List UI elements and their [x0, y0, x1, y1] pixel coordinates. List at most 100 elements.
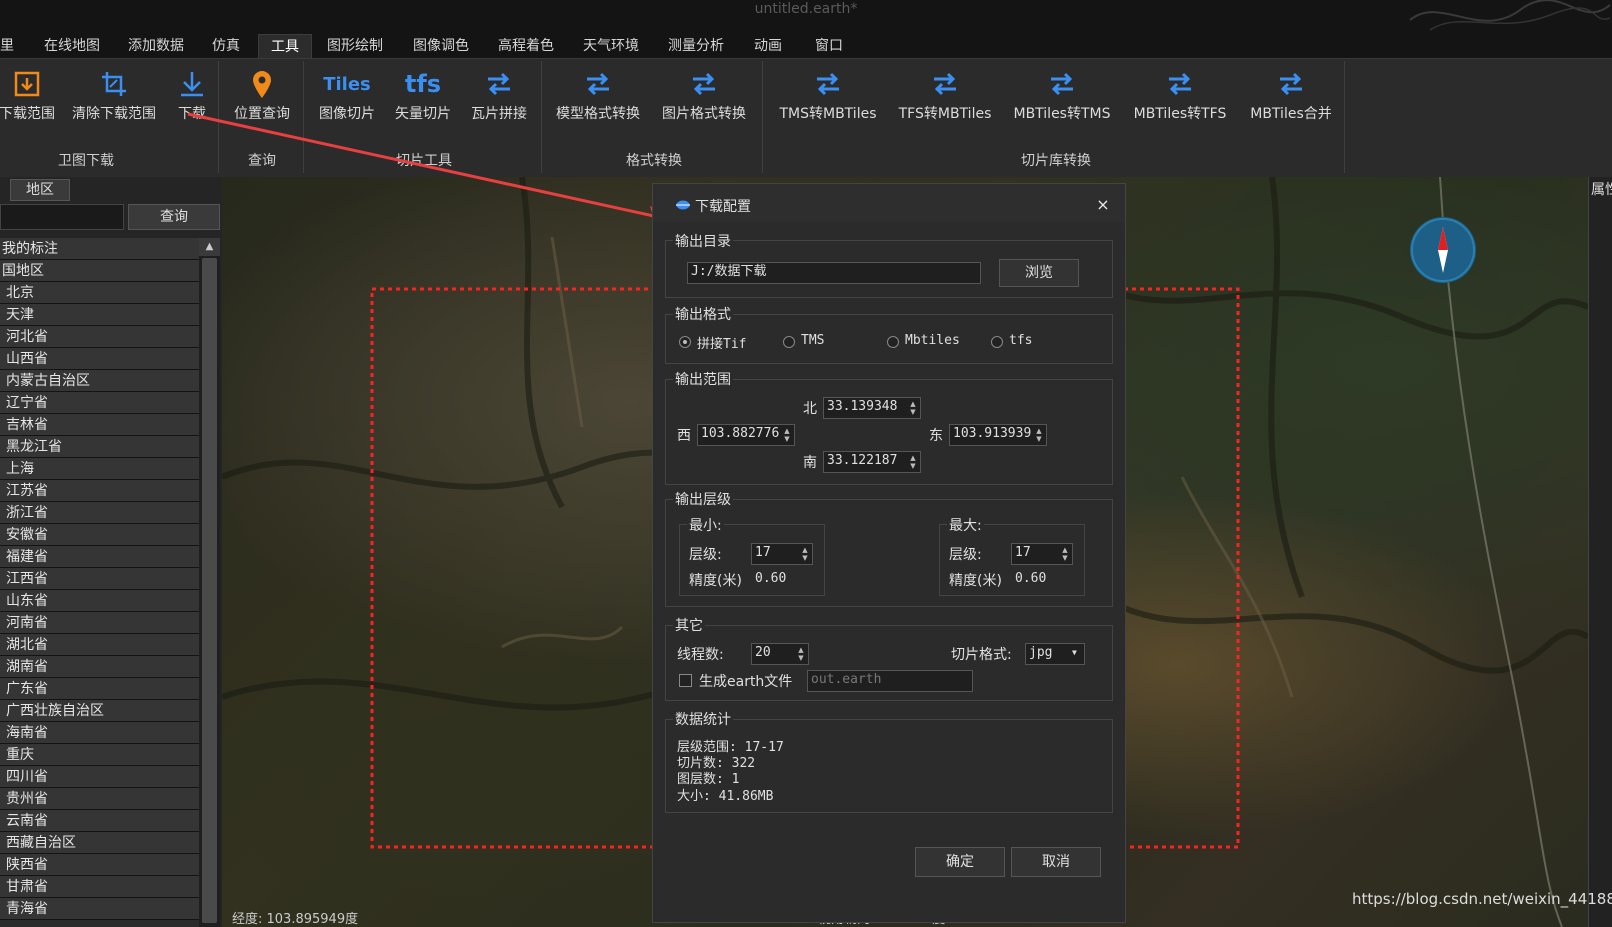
- model-format-convert-button[interactable]: 模型格式转换: [550, 65, 646, 135]
- cancel-button[interactable]: 取消: [1011, 847, 1101, 877]
- list-item-my-markers[interactable]: 我的标注: [0, 238, 199, 260]
- list-item[interactable]: 重庆: [0, 744, 199, 766]
- spinner-icon[interactable]: ▲ ▼: [782, 427, 792, 443]
- scroll-up-arrow-icon[interactable]: ▲: [199, 238, 220, 256]
- north-input[interactable]: 33.139348: [823, 397, 921, 419]
- list-item[interactable]: 黑龙江省: [0, 436, 199, 458]
- location-query-button[interactable]: 位置查询: [226, 65, 298, 135]
- list-item[interactable]: 湖北省: [0, 634, 199, 656]
- list-item[interactable]: 贵州省: [0, 788, 199, 810]
- tab-properties[interactable]: 属性: [1591, 179, 1612, 201]
- menu-animation[interactable]: 动画: [745, 34, 791, 58]
- swap-arrows-icon: [550, 65, 646, 103]
- gen-earth-checkbox[interactable]: [679, 674, 692, 687]
- earth-file-input[interactable]: out.earth: [807, 670, 973, 692]
- tfs-to-mbtiles-button[interactable]: TFS转MBTiles: [890, 65, 1000, 135]
- list-item[interactable]: 上海: [0, 458, 199, 480]
- menu-add-data[interactable]: 添加数据: [118, 34, 194, 58]
- format-radio-tif[interactable]: [679, 336, 691, 348]
- list-item[interactable]: 山西省: [0, 348, 199, 370]
- compass-icon[interactable]: [1410, 217, 1476, 283]
- format-radio-tfs[interactable]: [991, 336, 1003, 348]
- region-list-scrollbar[interactable]: ▲: [199, 238, 220, 927]
- mbtiles-merge-button[interactable]: MBTiles合并: [1240, 65, 1342, 135]
- format-radio-mbtiles[interactable]: [887, 336, 899, 348]
- list-item[interactable]: 青海省: [0, 898, 199, 920]
- list-item[interactable]: 山东省: [0, 590, 199, 612]
- list-item[interactable]: 河南省: [0, 612, 199, 634]
- menu-weather[interactable]: 天气环境: [573, 34, 649, 58]
- list-item[interactable]: 内蒙古自治区: [0, 370, 199, 392]
- list-item[interactable]: 广东省: [0, 678, 199, 700]
- menu-item-partial[interactable]: 里: [0, 34, 14, 58]
- list-item[interactable]: 四川省: [0, 766, 199, 788]
- spinner-icon[interactable]: ▲ ▼: [796, 646, 806, 662]
- spinner-icon[interactable]: ▲ ▼: [1060, 546, 1070, 562]
- list-item[interactable]: 天津: [0, 304, 199, 326]
- list-item[interactable]: 江西省: [0, 568, 199, 590]
- image-format-convert-button[interactable]: 图片格式转换: [656, 65, 752, 135]
- tile-format-select[interactable]: jpg ▼: [1025, 643, 1085, 665]
- list-item[interactable]: 安徽省: [0, 524, 199, 546]
- west-input[interactable]: 103.882776: [697, 424, 795, 446]
- tile-format-label: 切片格式:: [951, 647, 1012, 663]
- tile-merge-button[interactable]: 瓦片拼接: [464, 65, 534, 135]
- download-range-button[interactable]: 下载范围: [0, 65, 58, 135]
- format-radio-tms[interactable]: [783, 336, 795, 348]
- menu-simulation[interactable]: 仿真: [203, 34, 249, 58]
- mbtiles-to-tms-button[interactable]: MBTiles转TMS: [1004, 65, 1120, 135]
- download-button[interactable]: 下载: [172, 65, 212, 135]
- east-label: 东: [929, 428, 943, 444]
- menu-image-color[interactable]: 图像调色: [403, 34, 479, 58]
- list-item[interactable]: 海南省: [0, 722, 199, 744]
- spinner-icon[interactable]: ▲ ▼: [800, 546, 810, 562]
- list-item[interactable]: 云南省: [0, 810, 199, 832]
- menu-measure[interactable]: 测量分析: [658, 34, 734, 58]
- ribbon-separator: [1344, 61, 1345, 173]
- region-search-input[interactable]: [0, 204, 124, 230]
- list-item[interactable]: 西藏自治区: [0, 832, 199, 854]
- max-precision-label: 精度(米): [949, 573, 1002, 589]
- menu-tools[interactable]: 工具: [258, 34, 312, 58]
- output-dir-input[interactable]: J:/数据下载: [687, 262, 981, 284]
- image-tiling-button[interactable]: Tiles 图像切片: [312, 65, 382, 135]
- list-item[interactable]: 江苏省: [0, 480, 199, 502]
- spinner-icon[interactable]: ▲ ▼: [908, 454, 918, 470]
- list-item[interactable]: 国地区: [0, 260, 199, 282]
- format-label-tfs: tfs: [1009, 333, 1033, 348]
- min-level-label: 层级:: [689, 547, 722, 563]
- ok-button[interactable]: 确定: [915, 847, 1005, 877]
- browse-button[interactable]: 浏览: [999, 259, 1079, 287]
- menu-elevation-color[interactable]: 高程着色: [488, 34, 564, 58]
- app-icon: [676, 200, 690, 210]
- tab-region[interactable]: 地区: [10, 179, 70, 201]
- list-item[interactable]: 广西壮族自治区: [0, 700, 199, 722]
- list-item[interactable]: 吉林省: [0, 414, 199, 436]
- list-item[interactable]: 福建省: [0, 546, 199, 568]
- scroll-thumb[interactable]: [202, 258, 217, 923]
- tile-format-value: jpg: [1029, 645, 1053, 660]
- east-input[interactable]: 103.913939: [949, 424, 1047, 446]
- list-item[interactable]: 陕西省: [0, 854, 199, 876]
- close-icon[interactable]: ×: [1093, 195, 1113, 214]
- menu-drawing[interactable]: 图形绘制: [317, 34, 393, 58]
- menu-online-map[interactable]: 在线地图: [34, 34, 110, 58]
- list-item[interactable]: 浙江省: [0, 502, 199, 524]
- format-label-tif: 拼接Tif: [697, 337, 747, 352]
- list-item[interactable]: 甘肃省: [0, 876, 199, 898]
- spinner-icon[interactable]: ▲ ▼: [908, 400, 918, 416]
- clear-download-range-button[interactable]: 清除下载范围: [66, 65, 162, 135]
- query-button[interactable]: 查询: [128, 204, 220, 230]
- list-item[interactable]: 北京: [0, 282, 199, 304]
- vector-tiling-button[interactable]: tfs 矢量切片: [388, 65, 458, 135]
- south-input[interactable]: 33.122187: [823, 451, 921, 473]
- watermark: https://blog.csdn.net/weixin_44188072: [1352, 890, 1612, 908]
- menu-bar: 里 在线地图 添加数据 仿真 工具 图形绘制 图像调色 高程着色 天气环境 测量…: [0, 34, 1612, 58]
- spinner-icon[interactable]: ▲ ▼: [1034, 427, 1044, 443]
- list-item[interactable]: 河北省: [0, 326, 199, 348]
- menu-window[interactable]: 窗口: [806, 34, 852, 58]
- list-item[interactable]: 辽宁省: [0, 392, 199, 414]
- tms-to-mbtiles-button[interactable]: TMS转MBTiles: [770, 65, 886, 135]
- list-item[interactable]: 湖南省: [0, 656, 199, 678]
- mbtiles-to-tfs-button[interactable]: MBTiles转TFS: [1124, 65, 1236, 135]
